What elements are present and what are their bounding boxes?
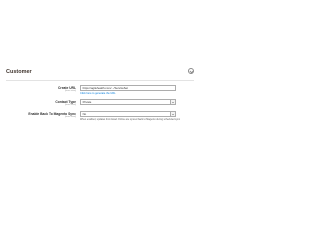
url-field-scope: [store view] [64, 89, 76, 92]
dropdown-arrow-icon [170, 112, 175, 117]
generate-url-link[interactable]: Click here to generate the URL [80, 92, 116, 95]
section-title: Customer [6, 69, 32, 75]
enable-back-sync-select[interactable]: No [80, 111, 176, 118]
section-divider [6, 80, 194, 81]
contact-type-value: Private [82, 100, 92, 105]
url-input[interactable]: https://agilehealth.com/.../ServiceSet [80, 85, 176, 92]
enable-back-sync-value: No [82, 112, 87, 117]
contact-type-select[interactable]: Private [80, 99, 176, 106]
enable-back-sync-note: When enabled, updates from Exact Online … [80, 118, 181, 122]
collapse-chevron-icon[interactable] [188, 68, 194, 74]
enable-back-sync-scope: [store view] [64, 115, 76, 118]
dropdown-arrow-icon [170, 100, 175, 105]
contact-type-scope: [store view] [64, 103, 76, 106]
